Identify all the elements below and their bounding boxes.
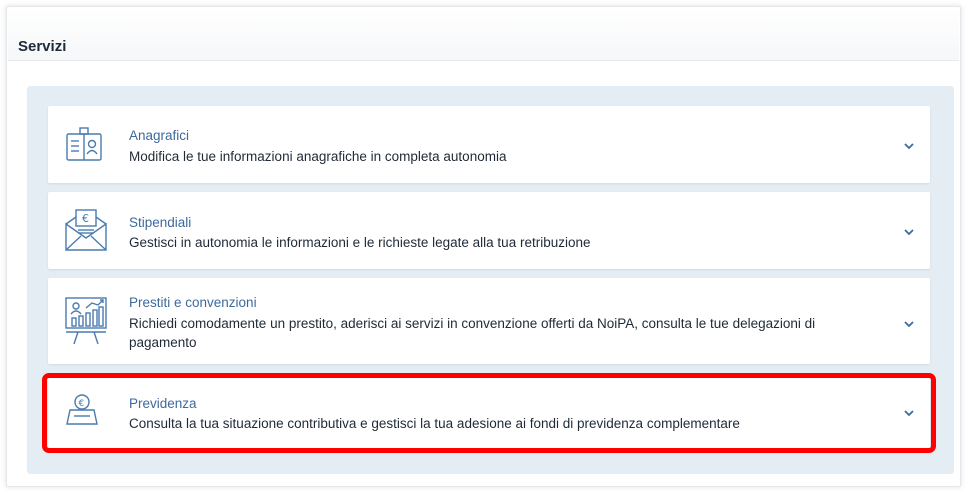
service-description: Gestisci in autonomia le informazioni e …: [129, 235, 591, 250]
services-header: Servizi: [8, 8, 959, 61]
service-title: Stipendiali: [129, 215, 192, 230]
service-card-anagrafici[interactable]: Anagrafici Modifica le tue informazioni …: [48, 106, 930, 183]
chevron-down-icon[interactable]: [903, 317, 915, 329]
service-description: Richiedi comodamente un prestito, aderis…: [129, 316, 816, 350]
envelope-euro-icon: €: [64, 208, 107, 251]
service-card-stipendiali[interactable]: € Stipendiali Gestisci in autonomia le i…: [48, 192, 930, 269]
service-title: Prestiti e convenzioni: [129, 295, 257, 310]
service-card-prestiti[interactable]: Prestiti e convenzioni Richiedi comodame…: [48, 278, 930, 364]
presentation-chart-icon: [64, 296, 107, 345]
id-card-icon: [64, 126, 104, 166]
chevron-down-icon[interactable]: [903, 139, 915, 151]
svg-text:€: €: [82, 212, 89, 225]
service-title: Anagrafici: [129, 128, 190, 143]
service-description: Modifica le tue informazioni anagrafiche…: [129, 149, 507, 164]
page-title: Servizi: [18, 38, 67, 55]
chevron-down-icon[interactable]: [903, 225, 915, 237]
highlight-box: [42, 373, 936, 453]
